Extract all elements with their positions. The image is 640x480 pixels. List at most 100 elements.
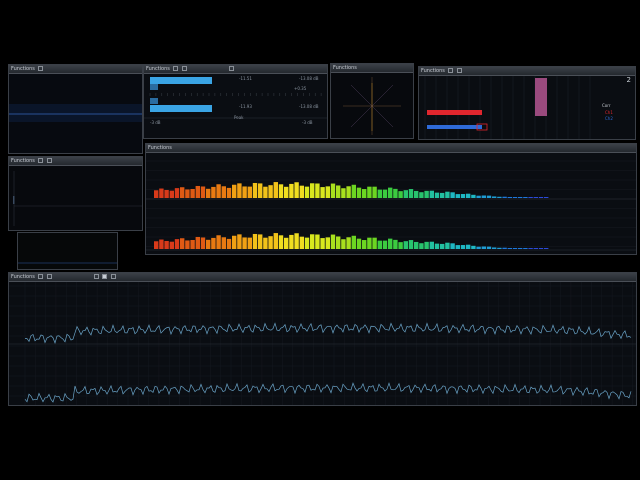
lock-icon[interactable] — [38, 66, 44, 71]
band-bar — [216, 235, 221, 249]
band-bar — [289, 183, 294, 198]
band-bar — [154, 190, 159, 198]
band-bar — [169, 190, 174, 198]
band-bar — [268, 185, 273, 198]
small-titlebar[interactable]: Functions — [9, 157, 142, 166]
band-bar — [507, 248, 512, 249]
band-bar — [362, 189, 367, 198]
band-bar — [424, 190, 429, 198]
peak-lane-2-bar — [150, 105, 212, 112]
band-bar — [159, 188, 164, 198]
band-bar — [174, 239, 180, 249]
peak-titlebar[interactable]: Functions — [144, 65, 327, 74]
band-bar — [325, 237, 330, 249]
goniometer-titlebar[interactable]: Functions — [331, 64, 413, 73]
record-icon[interactable] — [102, 274, 108, 279]
band-bar — [284, 237, 289, 249]
band-bar — [278, 184, 284, 198]
band-bar — [419, 243, 424, 249]
band-bar — [206, 188, 211, 198]
band-bar — [372, 186, 377, 198]
peak-lane-2-value: -11.93 — [239, 104, 252, 109]
band-bar — [164, 189, 169, 198]
band-bar — [237, 234, 242, 249]
export-icon[interactable] — [93, 274, 99, 279]
band-bar — [507, 197, 512, 198]
bands-title: Functions — [148, 145, 172, 151]
band-bar — [424, 241, 429, 249]
settings-icon[interactable] — [38, 274, 44, 279]
band-bar — [497, 247, 502, 249]
band-bar — [351, 235, 356, 249]
copy-icon[interactable] — [47, 274, 53, 279]
bands-titlebar[interactable]: Functions — [146, 144, 636, 153]
band-bar — [211, 237, 216, 249]
settings-icon[interactable] — [448, 68, 454, 73]
band-bar — [497, 196, 502, 198]
goniometer-title: Functions — [333, 65, 357, 71]
analyzer-titlebar[interactable]: Functions — [9, 273, 636, 282]
band-bar — [232, 184, 237, 198]
band-bar — [533, 197, 538, 198]
band-bar — [403, 241, 408, 249]
band-bar — [195, 236, 200, 249]
band-bar — [481, 195, 486, 198]
band-bar — [320, 187, 325, 198]
settings-icon[interactable] — [173, 66, 179, 71]
peak-lane-1-bar — [150, 77, 212, 84]
band-bar — [310, 234, 315, 249]
stereo-titlebar[interactable]: Functions — [419, 67, 635, 76]
pin-icon[interactable] — [228, 66, 234, 71]
band-bar — [455, 245, 460, 249]
band-bar — [221, 237, 226, 249]
band-bar — [200, 186, 206, 198]
band-bar — [403, 190, 408, 198]
band-bar — [388, 187, 393, 198]
scope-title: Functions — [11, 66, 35, 72]
band-bar — [216, 184, 221, 198]
copy-icon[interactable] — [457, 68, 463, 73]
band-bar — [185, 240, 190, 249]
band-bar — [242, 186, 247, 198]
peak-meter-panel: Functions -11.51 -13.08 dB +0.35 -11.93 … — [143, 64, 328, 139]
band-bar — [263, 186, 268, 198]
band-bar — [523, 248, 528, 249]
band-bar — [377, 189, 382, 198]
band-bar — [289, 234, 294, 249]
band-bar — [367, 237, 372, 249]
band-bar — [211, 186, 216, 198]
peak-lane-1-sub: +0.35 — [294, 86, 307, 91]
scope-titlebar[interactable]: Functions — [9, 65, 142, 74]
band-bar — [408, 240, 414, 249]
band-bar — [434, 192, 440, 198]
band-bar — [330, 183, 336, 198]
band-bar — [528, 197, 533, 198]
peak-title: Functions — [146, 66, 170, 72]
copy-icon[interactable] — [47, 158, 53, 163]
band-bar — [445, 191, 450, 198]
settings-icon[interactable] — [38, 158, 44, 163]
pin-icon[interactable] — [110, 274, 116, 279]
band-bar — [512, 197, 518, 198]
band-bar — [372, 237, 377, 249]
band-bar — [544, 197, 549, 198]
spectrum-analyzer-panel: Functions — [8, 272, 637, 406]
spectrum-graphic — [9, 282, 636, 405]
band-bar — [466, 193, 471, 198]
band-bar — [336, 185, 341, 198]
band-bar — [268, 236, 273, 249]
band-bar — [273, 182, 278, 198]
band-bar — [232, 235, 237, 249]
band-bar — [221, 186, 226, 198]
band-bar — [237, 183, 242, 198]
band-bar — [330, 234, 336, 249]
correlation-bar — [535, 78, 547, 116]
band-bar — [476, 246, 481, 249]
band-bar — [341, 188, 346, 198]
stereo-panel: Functions 2 Corr Ch1 Ch2 — [418, 66, 636, 140]
copy-icon[interactable] — [182, 66, 188, 71]
band-bar — [471, 194, 476, 198]
band-bar — [180, 187, 185, 198]
band-bar — [190, 188, 195, 198]
band-bar — [174, 188, 180, 198]
